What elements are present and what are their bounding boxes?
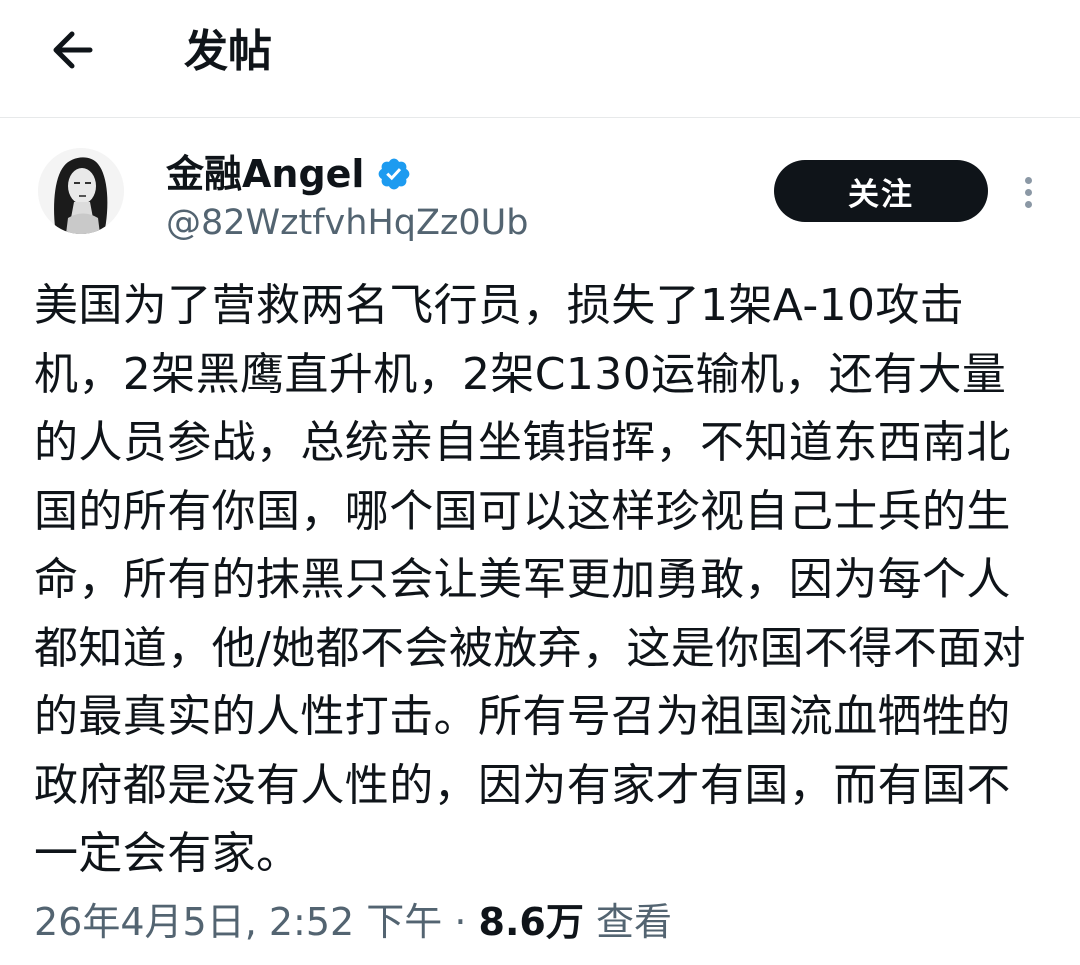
post-text: 美国为了营救两名飞行员，损失了1架A-10攻击机，2架黑鹰直升机，2架C130运… [34,280,1027,879]
views-count: 8.6万 [478,900,584,944]
avatar-portrait [38,148,124,234]
more-options-button[interactable] [1008,168,1048,216]
page-title: 发帖 [184,26,272,77]
author-display-name[interactable]: 金融Angel [166,150,364,198]
avatar[interactable] [38,148,124,234]
author-handle[interactable]: @82WztfvhHqZz0Ub [166,200,528,246]
post-meta: 26年4月5日, 2:52 下午 · 8.6万 查看 [34,894,672,950]
follow-button[interactable]: 关注 [774,160,988,222]
top-bar: 发帖 [0,0,1080,118]
author-name-row[interactable]: 金融Angel [166,150,412,198]
arrow-left-icon [53,31,93,69]
back-button[interactable] [36,14,108,86]
views-label: 查看 [583,900,672,944]
more-vertical-icon-dot [1024,200,1032,208]
more-vertical-icon-dot [1024,188,1032,196]
more-vertical-icon [1024,176,1032,184]
verified-badge-icon [379,158,410,190]
meta-separator: · [442,900,479,944]
post-timestamp[interactable]: 26年4月5日, 2:52 下午 [34,900,442,944]
